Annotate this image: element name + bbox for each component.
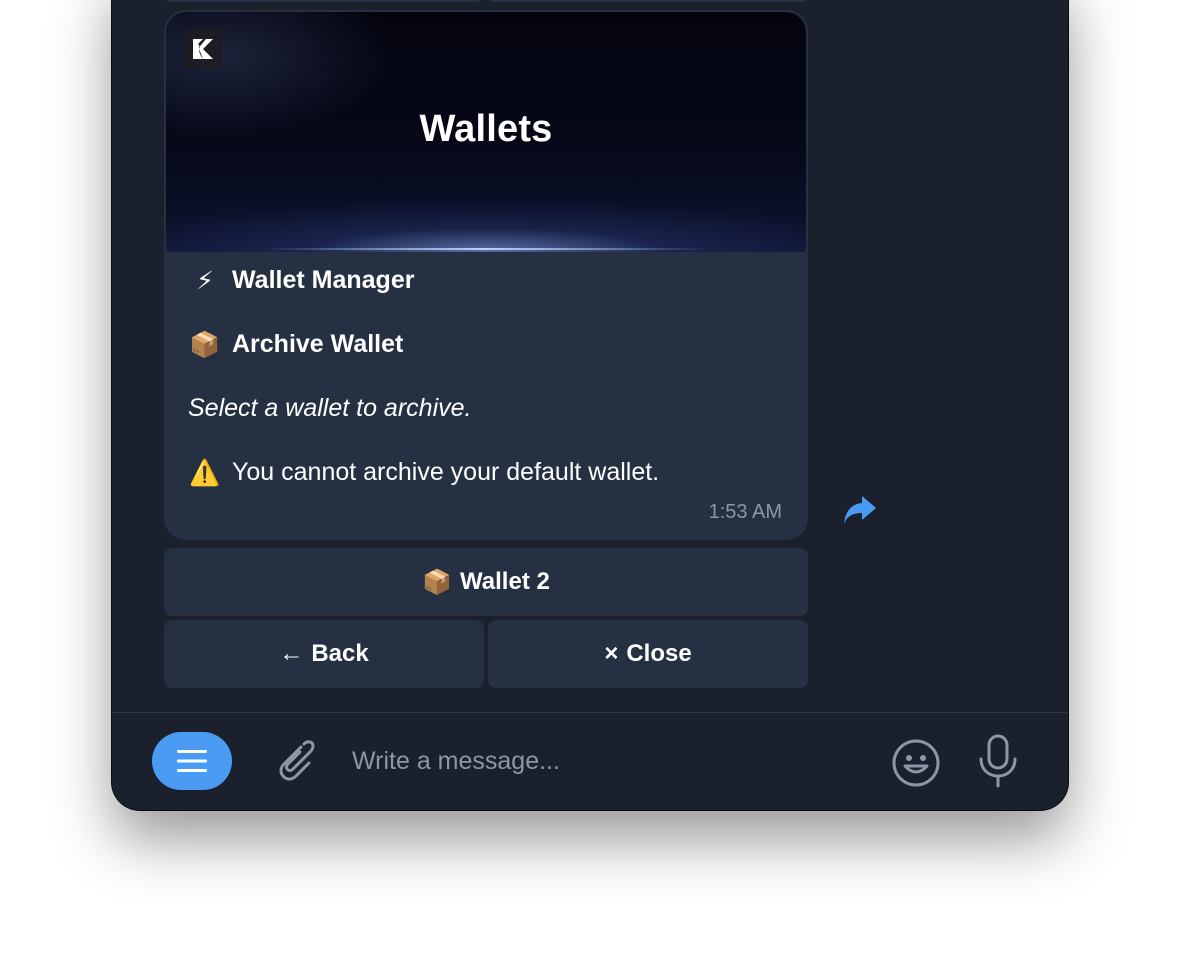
message-line-text: You cannot archive your default wallet.	[232, 458, 660, 486]
button-label: Back	[311, 640, 369, 667]
chat-window: Wallets ⚡ Wallet Manager 📦 Archive Wallet …	[112, 0, 1068, 810]
message-line-text: Select a wallet to archive.	[188, 394, 472, 422]
close-icon: ×	[604, 640, 619, 667]
back-button[interactable]: ← Back	[164, 620, 484, 688]
message-composer	[112, 713, 1068, 810]
message-line-wallet-manager: ⚡ Wallet Manager	[188, 266, 414, 296]
wallets-banner-image: Wallets	[166, 12, 806, 252]
microphone-icon[interactable]	[976, 733, 1020, 789]
warning-emoji: ⚠️	[189, 458, 221, 487]
wallet-2-button[interactable]: 📦 Wallet 2	[164, 548, 808, 616]
button-label: Wallet 2	[460, 568, 550, 595]
share-arrow-icon[interactable]	[840, 490, 880, 530]
banner-glow-line	[262, 248, 710, 250]
message-line-select-wallet: Select a wallet to archive.	[188, 394, 471, 423]
button-label: Close	[626, 640, 692, 667]
package-emoji: 📦	[422, 568, 453, 596]
message-line-text: Archive Wallet	[232, 330, 404, 358]
smiley-icon[interactable]	[890, 737, 942, 789]
close-button[interactable]: × Close	[488, 620, 808, 688]
lightning-emoji: ⚡	[196, 267, 214, 296]
message-line-text: Wallet Manager	[232, 266, 415, 294]
package-emoji: 📦	[189, 330, 221, 359]
arrow-left-icon: ←	[279, 640, 304, 667]
message-line-warning: ⚠️ You cannot archive your default wallet…	[188, 458, 659, 488]
previous-message-stub	[488, 0, 808, 2]
menu-lines-icon	[177, 750, 207, 772]
message-timestamp: 1:53 AM	[708, 501, 782, 523]
message-line-archive-wallet: 📦 Archive Wallet	[188, 330, 403, 360]
k-logo-icon	[184, 30, 222, 68]
paperclip-icon[interactable]	[268, 735, 318, 785]
bot-menu-button[interactable]	[152, 732, 232, 790]
banner-title: Wallets	[419, 108, 553, 150]
message-input[interactable]	[352, 741, 852, 781]
previous-message-stub	[164, 0, 482, 2]
message-bubble: Wallets ⚡ Wallet Manager 📦 Archive Wallet …	[164, 10, 808, 540]
